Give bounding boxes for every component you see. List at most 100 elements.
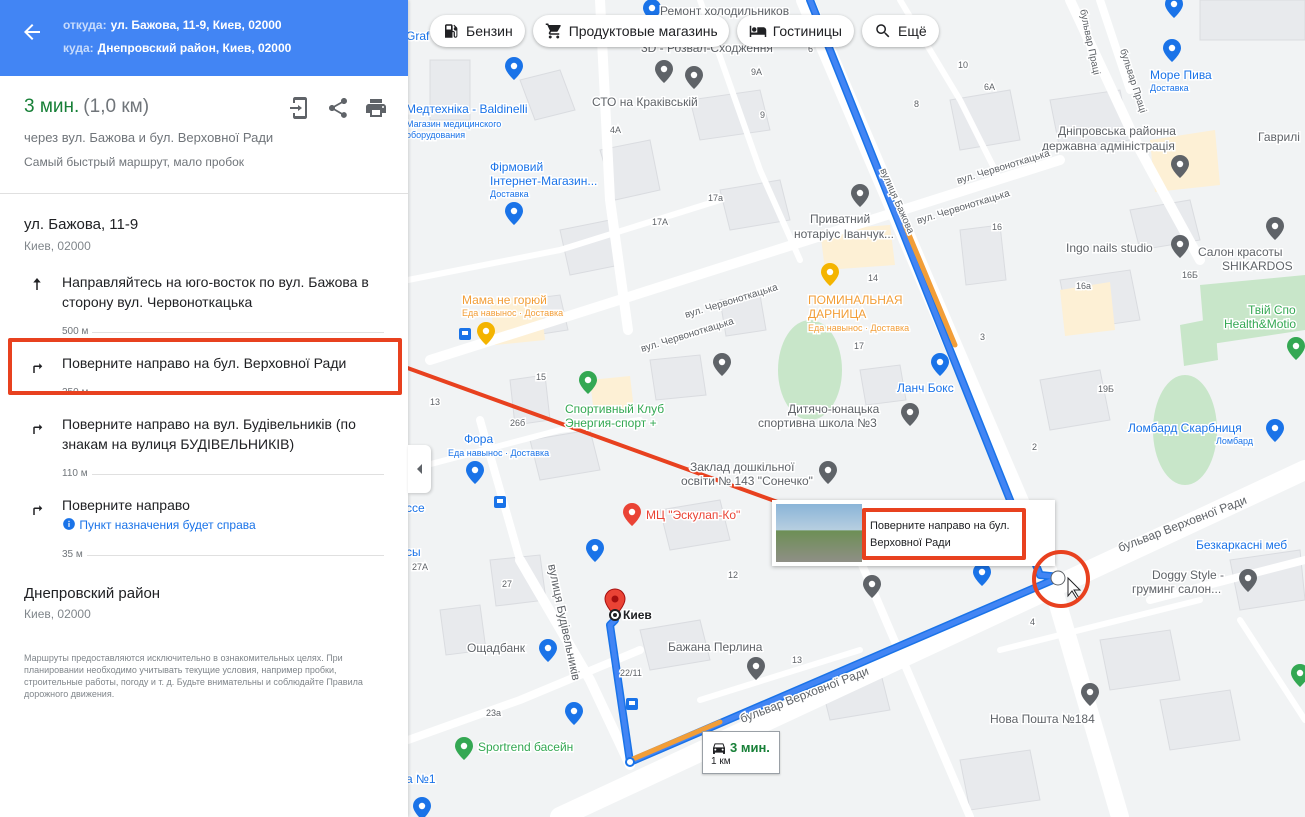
- map-label: Энергия-спорт +: [565, 416, 657, 430]
- route-segment: [902, 222, 958, 348]
- map-label: 19Б: [1098, 384, 1114, 394]
- streetview-tip: Поверните направо на бул. Верховної Ради: [862, 508, 1026, 560]
- step-0-text[interactable]: Направляйтесь на юго-восток по вул. Бажо…: [62, 272, 380, 312]
- map-label: 9А: [751, 67, 762, 77]
- map-label: Еда навынос · Доставка: [448, 448, 549, 458]
- to-line[interactable]: куда: Днепровский район, Киев, 02000: [63, 41, 291, 55]
- map-building: [719, 179, 791, 231]
- poi-pin-dot: [660, 65, 668, 73]
- step-divider: [62, 555, 384, 556]
- poi-pin-dot: [1271, 222, 1279, 230]
- arrow-up-icon: [33, 278, 41, 290]
- gas-station-icon: [445, 24, 458, 38]
- route-summary: 3 мин. (1,0 км): [24, 96, 149, 118]
- chip-groceries[interactable]: Продуктовые магазины: [532, 15, 729, 47]
- map-label: Ланч Бокс: [897, 381, 954, 395]
- map-label: спортивна школа №3: [758, 416, 877, 430]
- map-label: 6А: [984, 82, 995, 92]
- divider: [0, 193, 408, 194]
- bus-stop-window: [629, 701, 635, 705]
- send-to-device-icon[interactable]: [288, 96, 312, 120]
- map-label: державна адміністрація: [1042, 139, 1175, 153]
- map-label: Graf: [406, 29, 430, 43]
- poi-pin-dot: [628, 508, 636, 516]
- chevron-left-icon: [417, 464, 422, 474]
- route-actions: [288, 96, 388, 120]
- map-label: вул. Червоноткацька: [640, 316, 736, 355]
- destination-target-dot: [613, 613, 617, 617]
- back-arrow-icon[interactable]: [20, 20, 44, 44]
- map-label: 17а: [708, 193, 723, 203]
- from-line[interactable]: откуда: ул. Бажова, 11-9, Киев, 02000: [63, 18, 282, 32]
- poi-pin-dot: [482, 327, 490, 335]
- poi-pin-dot: [1271, 424, 1279, 432]
- map-label: 14: [868, 273, 878, 283]
- map-road: [404, 646, 644, 744]
- to-label: куда:: [63, 41, 94, 55]
- map-label: Дніпровська районна: [1058, 124, 1176, 138]
- category-chips: Бензин Продуктовые магазины Гостиницы Ещ…: [430, 15, 939, 47]
- map-building: [689, 89, 771, 141]
- directions-header: откуда: ул. Бажова, 11-9, Киев, 02000 куд…: [0, 0, 408, 76]
- chip-gas[interactable]: Бензин: [430, 15, 525, 47]
- poi-pin-dot: [978, 568, 986, 576]
- map-label: 23а: [486, 708, 501, 718]
- map-label: 12: [728, 570, 738, 580]
- map-label: Киев: [623, 608, 652, 622]
- map-label: Ломбард: [1216, 436, 1254, 446]
- step-0-distance: 500 м: [62, 326, 93, 337]
- map-label: Фора: [464, 432, 493, 446]
- map-label: Еда навынос · Доставка: [808, 323, 909, 333]
- map-park: [1180, 318, 1218, 366]
- map-label: бульвар Праці: [1077, 8, 1103, 76]
- chip-more[interactable]: Ещё: [861, 15, 939, 47]
- map-label: 9: [760, 110, 765, 120]
- map-label: Ощадбанк: [467, 641, 526, 655]
- chip-label: Продуктовые магазины: [568, 23, 717, 39]
- map-label: 27А: [412, 562, 428, 572]
- chip-hotels[interactable]: Гостиницы: [736, 15, 854, 47]
- map-label: Заклад дошкільної: [690, 460, 795, 474]
- chip-label: Ещё: [897, 23, 927, 39]
- map-label: SHIKARDOS: [1222, 259, 1293, 273]
- map-label: 13: [792, 655, 802, 665]
- map-label: СТО на Краківській: [592, 95, 698, 109]
- streetview-thumbnail[interactable]: [776, 504, 862, 562]
- map-label: 26б: [510, 418, 525, 428]
- poi-pin-dot: [584, 376, 592, 384]
- step-3-text[interactable]: Поверните направо: [62, 495, 380, 515]
- poi-pin-dot: [752, 662, 760, 670]
- route-badge[interactable]: 3 мин. 1 км: [702, 731, 780, 774]
- step-divider: [62, 474, 384, 475]
- poi-pin-dot: [906, 408, 914, 416]
- collapse-panel-button[interactable]: [408, 445, 431, 493]
- step-divider: [62, 332, 384, 333]
- map-label: 13: [430, 397, 440, 407]
- map-label: Гаврилі: [1258, 130, 1300, 144]
- map-label: 16: [992, 222, 1002, 232]
- print-icon[interactable]: [364, 96, 388, 120]
- map-label: груминг салон...: [1132, 582, 1221, 596]
- map-label: Доставка: [490, 189, 529, 199]
- route-start-dot: [625, 757, 635, 767]
- poi-pin-dot: [418, 802, 426, 810]
- poi-pin-dot: [824, 466, 832, 474]
- poi-pin-dot: [826, 268, 834, 276]
- map-label: 3: [980, 332, 985, 342]
- from-value: ул. Бажова, 11-9, Киев, 02000: [110, 18, 282, 32]
- poi-pin-dot: [1296, 669, 1304, 677]
- share-icon[interactable]: [326, 96, 350, 120]
- map-building: [649, 354, 707, 401]
- poi-pin-dot: [690, 71, 698, 79]
- poi-pin-dot: [471, 466, 479, 474]
- map-label: а №1: [406, 772, 436, 786]
- poi-pin-icon[interactable]: [1291, 664, 1305, 687]
- map-label: 2: [1032, 442, 1037, 452]
- poi-pin-dot: [510, 62, 518, 70]
- map-label: Ломбард Скарбниця: [1128, 421, 1242, 435]
- turn-right-icon: [33, 505, 43, 515]
- map-label: Інтернет-Магазин...: [490, 174, 597, 188]
- poi-pin-dot: [1086, 688, 1094, 696]
- step-2-text[interactable]: Поверните направо на вул. Будівельників …: [62, 414, 380, 454]
- map-label: ПОМИНАЛЬНАЯ: [808, 293, 903, 307]
